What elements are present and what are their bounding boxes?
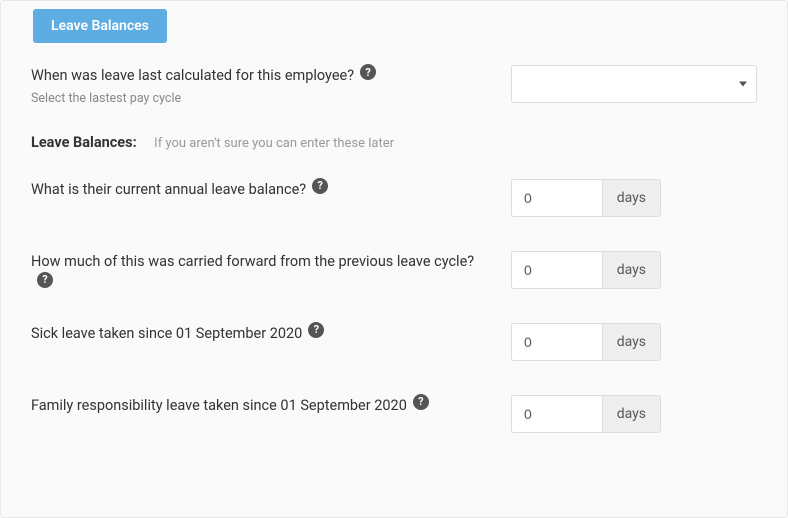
- row-carried-forward: How much of this was carried forward fro…: [31, 251, 757, 289]
- family-leave-input[interactable]: [511, 395, 602, 433]
- label-col-last-calculated: When was leave last calculated for this …: [31, 65, 511, 106]
- input-col-sick: days: [511, 323, 757, 361]
- label-col-carried: How much of this was carried forward fro…: [31, 251, 511, 289]
- carried-forward-label: How much of this was carried forward fro…: [31, 251, 474, 273]
- help-icon[interactable]: ?: [312, 178, 328, 194]
- section-title: Leave Balances:: [31, 134, 137, 151]
- input-col-carried: days: [511, 251, 757, 289]
- row-last-calculated: When was leave last calculated for this …: [31, 65, 757, 106]
- row-family-leave: Family responsibility leave taken since …: [31, 395, 757, 433]
- leave-balances-panel: Leave Balances When was leave last calcu…: [0, 0, 788, 518]
- carried-forward-input[interactable]: [511, 251, 602, 289]
- label-col-sick: Sick leave taken since 01 September 2020…: [31, 323, 511, 345]
- tab-header: Leave Balances: [33, 9, 788, 43]
- panel-content: When was leave last calculated for this …: [1, 35, 787, 487]
- label-col-annual: What is their current annual leave balan…: [31, 179, 511, 201]
- family-leave-label: Family responsibility leave taken since …: [31, 395, 407, 417]
- section-header: Leave Balances: If you aren't sure you c…: [31, 134, 757, 151]
- tab-leave-balances[interactable]: Leave Balances: [33, 9, 167, 43]
- sick-leave-label: Sick leave taken since 01 September 2020: [31, 323, 302, 345]
- annual-balance-label: What is their current annual leave balan…: [31, 179, 306, 201]
- input-col-annual: days: [511, 179, 757, 217]
- input-col-family: days: [511, 395, 757, 433]
- help-icon[interactable]: ?: [360, 64, 376, 80]
- last-calculated-label: When was leave last calculated for this …: [31, 65, 354, 87]
- input-col-last-calculated: [511, 65, 757, 103]
- unit-days: days: [602, 179, 661, 217]
- last-calculated-sub: Select the lastest pay cycle: [31, 91, 491, 106]
- pay-cycle-select[interactable]: [511, 65, 757, 103]
- annual-balance-input[interactable]: [511, 179, 602, 217]
- help-icon[interactable]: ?: [413, 394, 429, 410]
- unit-days: days: [602, 251, 661, 289]
- label-col-family: Family responsibility leave taken since …: [31, 395, 511, 417]
- row-sick-leave: Sick leave taken since 01 September 2020…: [31, 323, 757, 361]
- section-hint: If you aren't sure you can enter these l…: [154, 136, 394, 151]
- row-annual-balance: What is their current annual leave balan…: [31, 179, 757, 217]
- help-icon[interactable]: ?: [37, 272, 53, 288]
- help-icon[interactable]: ?: [308, 322, 324, 338]
- unit-days: days: [602, 323, 661, 361]
- sick-leave-input[interactable]: [511, 323, 602, 361]
- unit-days: days: [602, 395, 661, 433]
